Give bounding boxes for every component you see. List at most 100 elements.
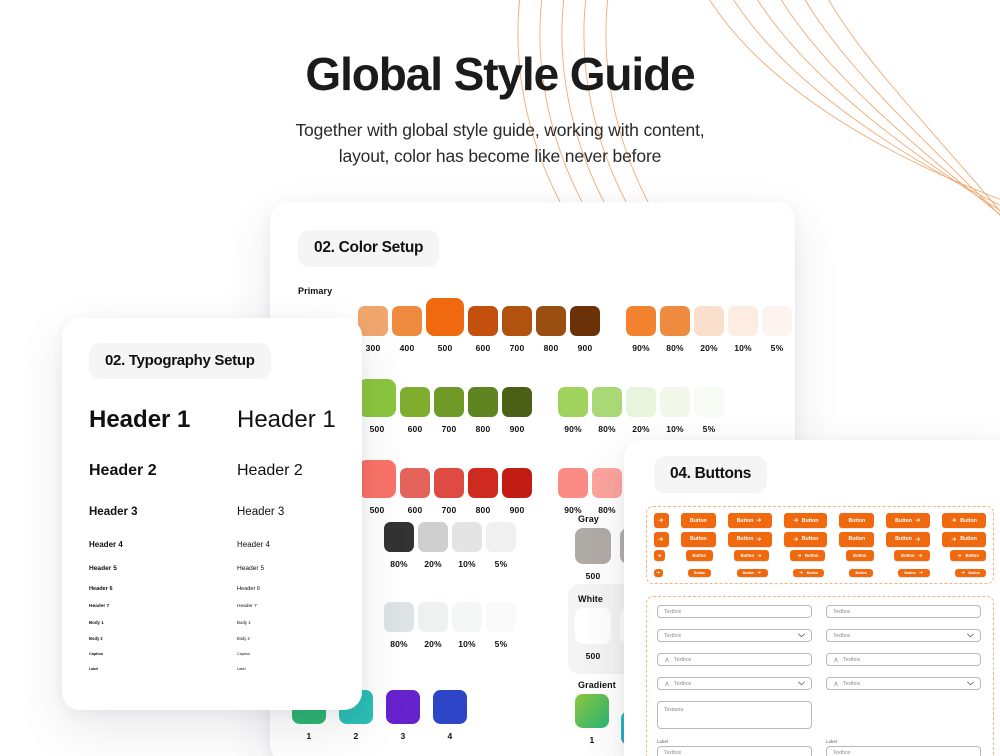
color-swatch[interactable] bbox=[575, 608, 611, 644]
color-swatch[interactable] bbox=[426, 298, 464, 336]
color-swatch[interactable] bbox=[486, 602, 516, 632]
action-button[interactable]: Button bbox=[849, 568, 874, 577]
color-swatch[interactable] bbox=[434, 387, 464, 417]
color-swatch[interactable] bbox=[452, 602, 482, 632]
color-swatch[interactable] bbox=[502, 306, 532, 336]
color-swatch[interactable] bbox=[386, 690, 420, 724]
select-field[interactable]: Textbox bbox=[657, 629, 812, 642]
action-button[interactable]: Button bbox=[687, 568, 712, 577]
action-button[interactable]: Button bbox=[846, 550, 874, 561]
text-field[interactable]: Textbox bbox=[657, 746, 812, 756]
swatch-item: 10% bbox=[452, 602, 482, 649]
color-swatch[interactable] bbox=[575, 694, 609, 728]
button-label: Button bbox=[801, 536, 819, 542]
action-button[interactable]: Button bbox=[894, 550, 930, 561]
color-swatch[interactable] bbox=[575, 528, 611, 564]
color-swatch[interactable] bbox=[418, 602, 448, 632]
chevron-down-icon[interactable] bbox=[967, 633, 974, 638]
color-swatch[interactable] bbox=[502, 387, 532, 417]
action-button[interactable]: Button bbox=[733, 550, 770, 561]
swatch-item: 80% bbox=[384, 602, 414, 649]
button-label: Button bbox=[895, 517, 912, 524]
action-button[interactable]: Button bbox=[898, 568, 930, 577]
color-swatch[interactable] bbox=[392, 306, 422, 336]
action-button[interactable] bbox=[654, 568, 663, 577]
color-swatch[interactable] bbox=[536, 306, 566, 336]
action-button[interactable]: Button bbox=[886, 531, 931, 547]
action-button[interactable]: Button bbox=[783, 513, 828, 528]
action-button[interactable] bbox=[654, 513, 669, 528]
color-swatch[interactable] bbox=[694, 306, 724, 336]
color-swatch[interactable] bbox=[558, 387, 588, 417]
color-swatch[interactable] bbox=[433, 690, 467, 724]
button-label: Button bbox=[895, 536, 912, 542]
chevron-down-icon[interactable] bbox=[798, 633, 805, 638]
color-swatch[interactable] bbox=[592, 468, 622, 498]
action-button[interactable]: Button bbox=[839, 513, 875, 528]
color-swatch[interactable] bbox=[570, 306, 600, 336]
color-swatch[interactable] bbox=[400, 387, 430, 417]
select-field[interactable]: Textbox bbox=[826, 677, 981, 690]
color-swatch[interactable] bbox=[358, 306, 388, 336]
chevron-down-icon[interactable] bbox=[798, 681, 805, 686]
button-label: Button bbox=[742, 570, 755, 575]
swatch-item: 800 bbox=[536, 306, 566, 353]
color-swatch[interactable] bbox=[400, 468, 430, 498]
text-field[interactable]: Textbox bbox=[826, 746, 981, 756]
text-field[interactable]: Textbox bbox=[826, 605, 981, 618]
text-field[interactable]: Textbox bbox=[826, 653, 981, 666]
action-button[interactable] bbox=[654, 531, 669, 547]
typography-row: Body 1 Body 1 bbox=[89, 620, 344, 625]
textarea-field[interactable]: Textarea bbox=[657, 701, 812, 729]
color-swatch[interactable] bbox=[502, 468, 532, 498]
action-button[interactable]: Button bbox=[942, 531, 986, 547]
color-swatch[interactable] bbox=[626, 306, 656, 336]
field-value: Textbox bbox=[833, 749, 851, 756]
action-button[interactable]: Button bbox=[783, 531, 828, 547]
color-swatch[interactable] bbox=[592, 387, 622, 417]
action-button[interactable]: Button bbox=[736, 568, 768, 577]
text-field[interactable]: Textbox bbox=[657, 605, 812, 618]
action-button[interactable]: Button bbox=[727, 513, 772, 528]
color-swatch[interactable] bbox=[626, 387, 656, 417]
color-swatch[interactable] bbox=[558, 468, 588, 498]
action-button[interactable]: Button bbox=[680, 513, 716, 528]
action-button[interactable]: Button bbox=[680, 531, 716, 547]
color-swatch[interactable] bbox=[660, 306, 690, 336]
color-swatch[interactable] bbox=[660, 387, 690, 417]
action-button[interactable]: Button bbox=[839, 531, 875, 547]
color-swatch[interactable] bbox=[452, 522, 482, 552]
action-button[interactable]: Button bbox=[789, 550, 826, 561]
action-button[interactable]: Button bbox=[727, 531, 772, 547]
color-swatch[interactable] bbox=[486, 522, 516, 552]
swatch-item: 20% bbox=[418, 522, 448, 569]
color-swatch[interactable] bbox=[358, 379, 396, 417]
action-button[interactable]: Button bbox=[886, 513, 931, 528]
color-swatch[interactable] bbox=[762, 306, 792, 336]
color-swatch[interactable] bbox=[468, 387, 498, 417]
text-field[interactable]: Textbox bbox=[657, 653, 812, 666]
color-swatch[interactable] bbox=[728, 306, 758, 336]
color-swatch[interactable] bbox=[468, 468, 498, 498]
button-label: Button bbox=[740, 553, 755, 558]
action-button[interactable]: Button bbox=[954, 568, 986, 577]
color-swatch[interactable] bbox=[384, 522, 414, 552]
typography-row: Caption Caption bbox=[89, 652, 344, 656]
color-swatch[interactable] bbox=[358, 460, 396, 498]
color-swatch[interactable] bbox=[434, 468, 464, 498]
select-field[interactable]: Textbox bbox=[657, 677, 812, 690]
typography-regular-sample: Label bbox=[237, 667, 246, 671]
select-field[interactable]: Textbox bbox=[826, 629, 981, 642]
action-button[interactable]: Button bbox=[685, 550, 714, 561]
color-swatch[interactable] bbox=[694, 387, 724, 417]
action-button[interactable]: Button bbox=[793, 568, 825, 577]
typography-regular-sample: Header 6 bbox=[237, 586, 261, 592]
action-button[interactable]: Button bbox=[950, 550, 986, 561]
color-swatch[interactable] bbox=[384, 602, 414, 632]
chevron-down-icon[interactable] bbox=[967, 681, 974, 686]
color-swatch[interactable] bbox=[468, 306, 498, 336]
action-button[interactable] bbox=[654, 550, 665, 561]
color-swatch[interactable] bbox=[418, 522, 448, 552]
action-button[interactable]: Button bbox=[942, 513, 986, 528]
swatch-caption: 900 bbox=[509, 505, 525, 515]
